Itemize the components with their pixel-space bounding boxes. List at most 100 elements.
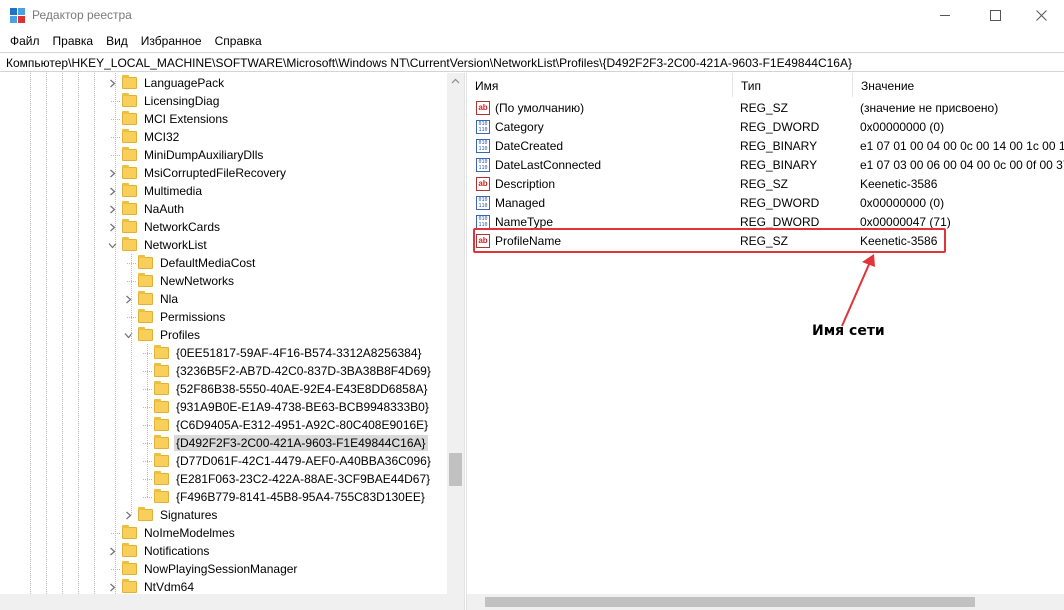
close-icon bbox=[1035, 10, 1047, 21]
folder-icon bbox=[154, 399, 169, 413]
tree-item[interactable]: NaAuth bbox=[107, 200, 186, 218]
folder-icon bbox=[154, 345, 169, 359]
value-type: REG_BINARY bbox=[740, 157, 818, 172]
column-name-header[interactable]: Имя bbox=[467, 73, 733, 97]
list-header: Имя Тип Значение bbox=[467, 73, 1064, 97]
tree-item[interactable]: {931A9B0E-E1A9-4738-BE63-BCB9948333B0} bbox=[139, 398, 431, 416]
folder-icon bbox=[154, 471, 169, 485]
value-data: (значение не присвоено) bbox=[860, 100, 999, 115]
value-data: e1 07 03 00 06 00 04 00 0c 00 0f 00 37 0… bbox=[860, 157, 1064, 172]
folder-icon bbox=[154, 417, 169, 431]
tree-item[interactable]: NowPlayingSessionManager bbox=[107, 560, 299, 578]
tree-item[interactable]: Multimedia bbox=[107, 182, 204, 200]
tree-item-label: MCI Extensions bbox=[144, 112, 229, 126]
tree-item[interactable]: Permissions bbox=[123, 308, 227, 326]
value-row[interactable]: 010110101 DateCreated REG_BINARY e1 07 01 0… bbox=[467, 136, 1064, 155]
binary-value-icon: 010110101 bbox=[475, 138, 491, 154]
tree-item[interactable]: MsiCorruptedFileRecovery bbox=[107, 164, 288, 182]
tree-item-label: LanguagePack bbox=[144, 76, 225, 90]
value-name-cell: 010110101 DateLastConnected bbox=[467, 157, 733, 173]
maximize-button[interactable] bbox=[972, 0, 1018, 31]
menu-file[interactable]: Файл bbox=[4, 31, 47, 51]
tree-item[interactable]: NewNetworks bbox=[123, 272, 236, 290]
tree-item[interactable]: NetworkList bbox=[107, 236, 209, 254]
tree-vertical-scrollbar[interactable] bbox=[447, 73, 464, 610]
tree-item[interactable]: NetworkCards bbox=[107, 218, 222, 236]
folder-icon bbox=[122, 237, 137, 251]
tree-horizontal-scrollbar[interactable] bbox=[0, 594, 447, 610]
tree-item-label: MiniDumpAuxiliaryDlls bbox=[144, 148, 264, 162]
annotation-arrow-icon bbox=[841, 254, 875, 327]
folder-icon bbox=[122, 543, 137, 557]
folder-icon bbox=[122, 201, 137, 215]
tree-item[interactable]: MCI Extensions bbox=[107, 110, 230, 128]
folder-icon bbox=[138, 255, 153, 269]
minimize-button[interactable] bbox=[922, 0, 968, 31]
value-row[interactable]: 010110101 Category REG_DWORD 0x00000000 (0) bbox=[467, 117, 1064, 136]
value-name: DateCreated bbox=[495, 138, 564, 153]
tree-item-label: NowPlayingSessionManager bbox=[144, 562, 298, 576]
registry-tree[interactable]: LanguagePack LicensingDiag MCI Extensions M… bbox=[0, 73, 465, 610]
tree-item-label: {3236B5F2-AB7D-42C0-837D-3BA38B8F4D69} bbox=[176, 364, 431, 378]
menu-edit[interactable]: Правка bbox=[47, 31, 101, 51]
value-name-cell: ab Description bbox=[467, 176, 733, 192]
tree-item-label: {E281F063-23C2-422A-88AE-3CF9BAE44D67} bbox=[176, 472, 431, 486]
folder-icon bbox=[154, 489, 169, 503]
tree-item[interactable]: LicensingDiag bbox=[107, 92, 221, 110]
tree-item[interactable]: {52F86B38-5550-40AE-92E4-E43E8DD6858A} bbox=[139, 380, 430, 398]
list-scroll-thumb[interactable] bbox=[485, 597, 975, 607]
value-type: REG_SZ bbox=[740, 176, 789, 191]
scroll-up-icon[interactable] bbox=[451, 77, 460, 86]
binary-value-icon: 010110101 bbox=[475, 157, 491, 173]
tree-item[interactable]: Notifications bbox=[107, 542, 211, 560]
address-bar[interactable]: Компьютер\HKEY_LOCAL_MACHINE\SOFTWARE\Mi… bbox=[0, 52, 1064, 72]
tree-item[interactable]: {3236B5F2-AB7D-42C0-837D-3BA38B8F4D69} bbox=[139, 362, 433, 380]
tree-item[interactable]: {C6D9405A-E312-4951-A92C-80C408E9016E} bbox=[139, 416, 430, 434]
value-type: REG_DWORD bbox=[740, 214, 820, 229]
menu-help[interactable]: Справка bbox=[209, 31, 269, 51]
value-row[interactable]: ab (По умолчанию) REG_SZ (значение не присв… bbox=[467, 98, 1064, 117]
tree-item[interactable]: {D492F2F3-2C00-421A-9603-F1E49844C16A} bbox=[139, 434, 428, 452]
folder-icon bbox=[122, 183, 137, 197]
tree-item-label: Nla bbox=[160, 292, 179, 306]
window-title: Редактор реестра bbox=[32, 8, 132, 22]
folder-icon bbox=[122, 75, 137, 89]
column-value-header[interactable]: Значение bbox=[853, 73, 1064, 97]
value-name: Description bbox=[495, 176, 556, 191]
close-button[interactable] bbox=[1018, 0, 1064, 31]
value-type: REG_BINARY bbox=[740, 138, 818, 153]
binary-value-icon: 010110101 bbox=[475, 119, 491, 135]
string-value-icon: ab bbox=[475, 100, 491, 116]
tree-item[interactable]: NoImeModelmes bbox=[107, 524, 237, 542]
folder-icon bbox=[154, 381, 169, 395]
tree-item[interactable]: {D77D061F-42C1-4479-AEF0-A40BBA36C096} bbox=[139, 452, 433, 470]
list-horizontal-scrollbar[interactable] bbox=[467, 594, 1064, 610]
value-row[interactable]: 010110101 DateLastConnected REG_BINARY e1 0… bbox=[467, 155, 1064, 174]
menu-favorites[interactable]: Избранное bbox=[135, 31, 209, 51]
tree-item[interactable]: MCI32 bbox=[107, 128, 181, 146]
maximize-icon bbox=[989, 10, 1001, 21]
value-row[interactable]: ab Description REG_SZ Keenetic-3586 bbox=[467, 174, 1064, 193]
tree-guide-line bbox=[62, 73, 63, 610]
tree-item[interactable]: LanguagePack bbox=[107, 74, 226, 92]
tree-item-label: LicensingDiag bbox=[144, 94, 220, 108]
tree-item-label: DefaultMediaCost bbox=[160, 256, 256, 270]
tree-item[interactable]: Profiles bbox=[123, 326, 202, 344]
tree-item[interactable]: {F496B779-8141-45B8-95A4-755C83D130EE} bbox=[139, 488, 427, 506]
folder-icon bbox=[138, 291, 153, 305]
tree-item-label: NetworkCards bbox=[144, 220, 221, 234]
value-row[interactable]: 010110101 Managed REG_DWORD 0x00000000 (0) bbox=[467, 193, 1064, 212]
tree-item[interactable]: MiniDumpAuxiliaryDlls bbox=[107, 146, 265, 164]
tree-scroll-thumb[interactable] bbox=[449, 453, 462, 486]
tree-item[interactable]: {E281F063-23C2-422A-88AE-3CF9BAE44D67} bbox=[139, 470, 432, 488]
folder-icon bbox=[138, 309, 153, 323]
value-type: REG_DWORD bbox=[740, 195, 820, 210]
column-type-header[interactable]: Тип bbox=[733, 73, 853, 97]
value-name: Managed bbox=[495, 195, 546, 210]
folder-icon bbox=[122, 129, 137, 143]
tree-item[interactable]: Signatures bbox=[123, 506, 219, 524]
tree-item-label: MsiCorruptedFileRecovery bbox=[144, 166, 287, 180]
tree-item[interactable]: {0EE51817-59AF-4F16-B574-3312A8256384} bbox=[139, 344, 424, 362]
tree-item[interactable]: DefaultMediaCost bbox=[123, 254, 257, 272]
menu-view[interactable]: Вид bbox=[100, 31, 135, 51]
